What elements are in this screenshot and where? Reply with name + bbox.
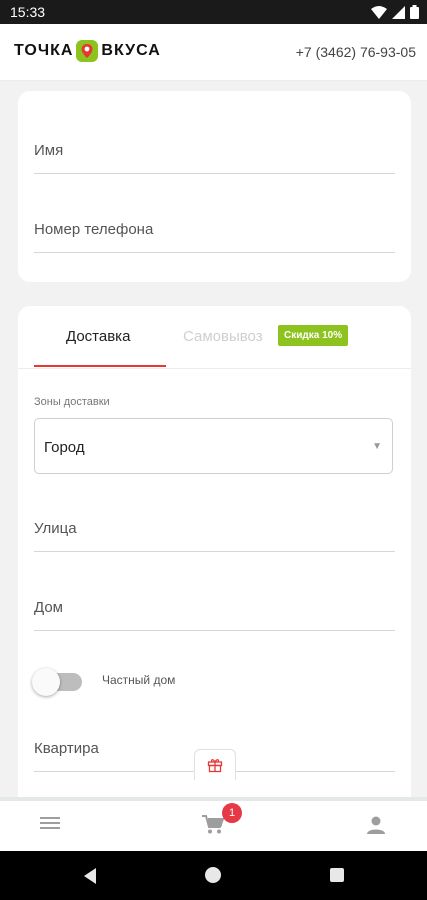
tab-delivery[interactable]: Доставка — [66, 328, 130, 345]
delivery-zone-label: Зоны доставки — [34, 396, 110, 408]
delivery-card: Доставка Самовывоз Скидка 10% Зоны доста… — [18, 306, 411, 797]
delivery-zone-select[interactable]: Город ▼ — [34, 418, 393, 474]
private-house-toggle[interactable] — [32, 668, 82, 696]
discount-badge: Скидка 10% — [278, 325, 349, 346]
name-field-label: Имя — [34, 142, 64, 159]
gift-button[interactable] — [194, 749, 236, 780]
phone-field[interactable]: Номер телефона — [34, 193, 395, 253]
logo-text-right: ВКУСА — [101, 42, 161, 59]
toggle-thumb — [32, 668, 60, 696]
status-icons — [371, 5, 419, 19]
menu-button[interactable] — [40, 815, 62, 836]
private-house-label: Частный дом — [102, 673, 176, 687]
apartment-field-label: Квартира — [34, 740, 99, 757]
hamburger-menu-icon — [40, 817, 60, 829]
logo-text-left: ТОЧКА — [14, 42, 74, 59]
house-field-label: Дом — [34, 599, 63, 616]
house-field[interactable]: Дом — [34, 570, 395, 631]
back-icon[interactable] — [82, 867, 98, 885]
phone-field-label: Номер телефона — [34, 221, 154, 238]
recent-apps-icon[interactable] — [330, 868, 344, 882]
cart-count-badge: 1 — [222, 803, 242, 823]
tab-pickup[interactable]: Самовывоз — [183, 328, 263, 345]
delivery-tabs: Доставка Самовывоз Скидка 10% — [18, 306, 411, 369]
street-field[interactable]: Улица — [34, 490, 395, 552]
battery-icon — [410, 5, 419, 19]
cart-button[interactable]: 1 — [202, 803, 242, 840]
app-header: ТОЧКА ВКУСА +7 (3462) 76-93-05 — [0, 24, 427, 81]
brand-logo[interactable]: ТОЧКА ВКУСА — [14, 40, 161, 62]
header-phone-link[interactable]: +7 (3462) 76-93-05 — [296, 44, 416, 60]
status-bar: 15:33 — [0, 0, 427, 24]
status-time: 15:33 — [10, 4, 46, 20]
cart-icon — [202, 815, 225, 834]
location-pin-icon — [76, 40, 99, 62]
system-navigation-bar — [0, 851, 427, 900]
bottom-navigation: 1 — [0, 797, 427, 851]
dropdown-caret-icon: ▼ — [372, 441, 382, 452]
checkout-form[interactable]: Имя Номер телефона Доставка Самовывоз Ск… — [0, 81, 427, 797]
name-field[interactable]: Имя — [34, 113, 395, 174]
user-icon — [367, 816, 385, 834]
signal-icon — [392, 5, 405, 19]
street-field-label: Улица — [34, 520, 77, 537]
delivery-zone-value: Город — [44, 439, 85, 456]
gift-icon — [207, 759, 223, 773]
profile-button[interactable] — [366, 815, 386, 840]
wifi-icon — [371, 5, 387, 19]
home-icon[interactable] — [205, 867, 221, 883]
active-tab-indicator — [34, 365, 166, 367]
contact-card: Имя Номер телефона — [18, 91, 411, 282]
